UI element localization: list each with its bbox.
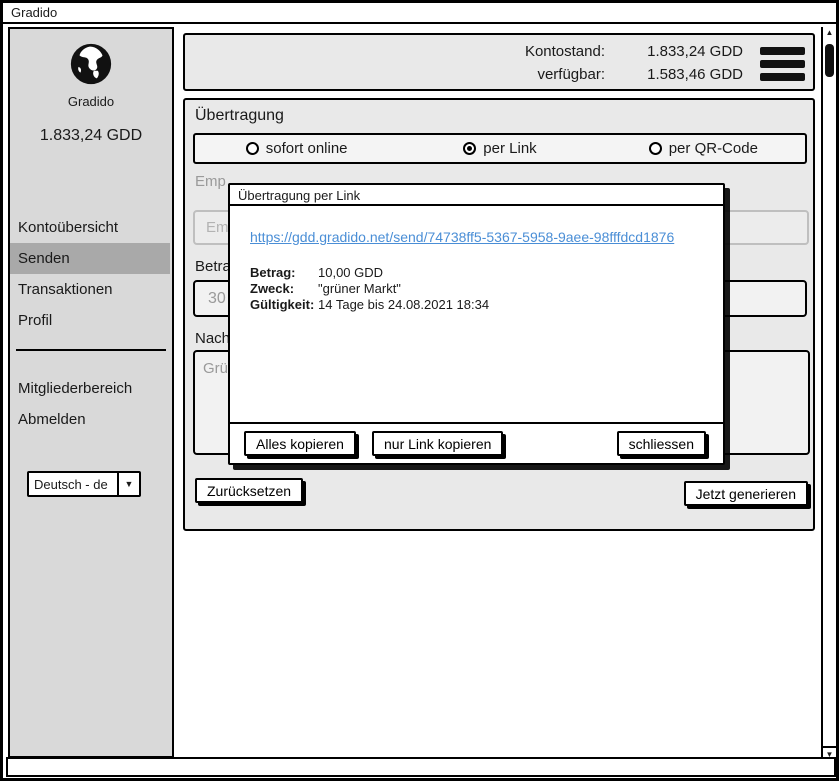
detail-label: Zweck: [250, 281, 318, 297]
radio-label: per Link [483, 140, 536, 157]
balance-rows: Kontostand: 1.833,24 GDD verfügbar: 1.58… [525, 40, 743, 86]
radio-per-qr-code[interactable]: per QR-Code [602, 140, 805, 157]
reset-button[interactable]: Zurücksetzen [195, 478, 303, 503]
transfer-link[interactable]: https://gdd.gradido.net/send/74738ff5-53… [250, 229, 674, 245]
scroll-up-icon[interactable]: ▲ [823, 28, 836, 37]
kontostand-value: 1.833,24 GDD [605, 40, 743, 63]
scrollbar-thumb[interactable] [825, 44, 834, 77]
sidebar-item-label: Transaktionen [18, 281, 113, 298]
chevron-down-icon[interactable]: ▼ [117, 473, 139, 495]
amount-label: Betra [195, 258, 231, 275]
radio-label: per QR-Code [669, 140, 758, 157]
sidebar-balance: 1.833,24 GDD [10, 127, 172, 145]
globe-icon [68, 41, 114, 87]
detail-label: Betrag: [250, 265, 318, 281]
sidebar-item-kontouebersicht[interactable]: Kontoübersicht [10, 212, 172, 243]
sidebar-item-abmelden[interactable]: Abmelden [10, 404, 172, 435]
detail-value: 10,00 GDD [318, 265, 383, 281]
kontostand-label: Kontostand: [525, 40, 605, 63]
radio-label: sofort online [266, 140, 348, 157]
dialog-details: Betrag: 10,00 GDD Zweck: "grüner Markt" … [250, 265, 489, 313]
balance-row: Kontostand: 1.833,24 GDD [525, 40, 743, 63]
sidebar-secondary-menu: Mitgliederbereich Abmelden [10, 373, 172, 435]
logo-label: Gradido [10, 94, 172, 109]
window-titlebar: Gradido [3, 3, 836, 24]
transfer-mode-group: sofort online per Link per QR-Code [193, 133, 807, 164]
sidebar-divider [16, 349, 166, 351]
radio-per-link[interactable]: per Link [398, 140, 601, 157]
copy-all-button[interactable]: Alles kopieren [244, 431, 356, 456]
balance-header: Kontostand: 1.833,24 GDD verfügbar: 1.58… [183, 33, 815, 91]
detail-value: "grüner Markt" [318, 281, 401, 297]
detail-value: 14 Tage bis 24.08.2021 18:34 [318, 297, 489, 313]
language-select-value: Deutsch - de [29, 473, 117, 495]
radio-unchecked-icon [649, 142, 662, 155]
verfuegbar-label: verfügbar: [537, 63, 605, 86]
window-title: Gradido [11, 5, 57, 20]
detail-label: Gültigkeit: [250, 297, 318, 313]
sidebar-item-label: Kontoübersicht [18, 219, 118, 236]
sidebar-item-label: Senden [18, 250, 70, 267]
sidebar-item-label: Abmelden [18, 411, 86, 428]
detail-row-gueltigkeit: Gültigkeit: 14 Tage bis 24.08.2021 18:34 [250, 297, 489, 313]
panel-title: Übertragung [195, 107, 284, 125]
vertical-scrollbar[interactable]: ▲ ▼ [821, 27, 836, 760]
language-select[interactable]: Deutsch - de ▼ [27, 471, 141, 497]
sidebar-item-mitgliederbereich[interactable]: Mitgliederbereich [10, 373, 172, 404]
message-label: Nach [195, 330, 230, 347]
detail-row-betrag: Betrag: 10,00 GDD [250, 265, 489, 281]
verfuegbar-value: 1.583,46 GDD [605, 63, 743, 86]
sidebar-item-label: Mitgliederbereich [18, 380, 132, 397]
transfer-link-dialog: Übertragung per Link https://gdd.gradido… [228, 183, 725, 465]
sidebar-item-transaktionen[interactable]: Transaktionen [10, 274, 172, 305]
status-bar [6, 757, 836, 777]
sidebar-item-label: Profil [18, 312, 52, 329]
radio-unchecked-icon [246, 142, 259, 155]
sidebar-menu: Kontoübersicht Senden Transaktionen Prof… [10, 212, 172, 336]
recipient-label: Emp [195, 173, 226, 190]
radio-checked-icon [463, 142, 476, 155]
available-row: verfügbar: 1.583,46 GDD [525, 63, 743, 86]
radio-sofort-online[interactable]: sofort online [195, 140, 398, 157]
sidebar-item-senden[interactable]: Senden [10, 243, 170, 274]
dialog-footer: Alles kopieren nur Link kopieren schlies… [230, 422, 723, 463]
copy-link-button[interactable]: nur Link kopieren [372, 431, 503, 456]
sidebar-item-profil[interactable]: Profil [10, 305, 172, 336]
sidebar: Gradido 1.833,24 GDD Kontoübersicht Send… [8, 27, 174, 758]
detail-row-zweck: Zweck: "grüner Markt" [250, 281, 489, 297]
hamburger-menu-icon[interactable] [760, 47, 805, 86]
logo: Gradido [10, 41, 172, 109]
generate-button[interactable]: Jetzt generieren [684, 481, 808, 506]
dialog-title: Übertragung per Link [230, 185, 723, 206]
close-button[interactable]: schliessen [617, 431, 706, 456]
app-window: Gradido Gradido 1.833,24 GDD Kontoübersi… [0, 0, 839, 781]
